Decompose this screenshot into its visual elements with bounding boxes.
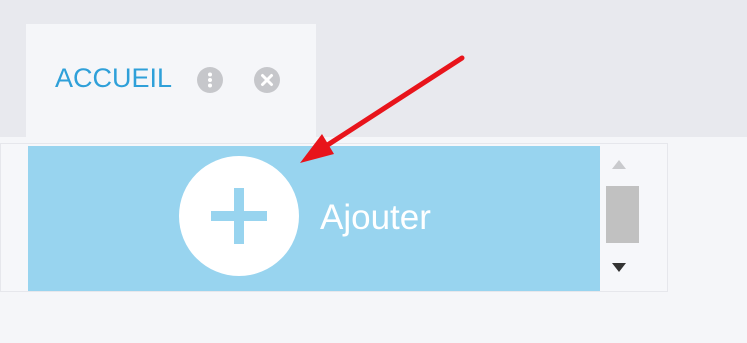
close-icon[interactable] — [254, 67, 280, 93]
scroll-up-arrow-icon[interactable] — [612, 160, 626, 169]
vertical-scrollbar[interactable] — [603, 146, 640, 291]
add-button[interactable]: Ajouter — [28, 146, 600, 291]
more-vertical-icon[interactable] — [197, 67, 223, 93]
plus-icon[interactable] — [179, 156, 299, 276]
tab-accueil[interactable]: ACCUEIL — [26, 24, 316, 145]
scroll-down-arrow-icon[interactable] — [612, 263, 626, 272]
tab-label[interactable]: ACCUEIL — [55, 62, 172, 94]
scroll-thumb[interactable] — [606, 186, 639, 243]
add-label[interactable]: Ajouter — [320, 198, 431, 238]
